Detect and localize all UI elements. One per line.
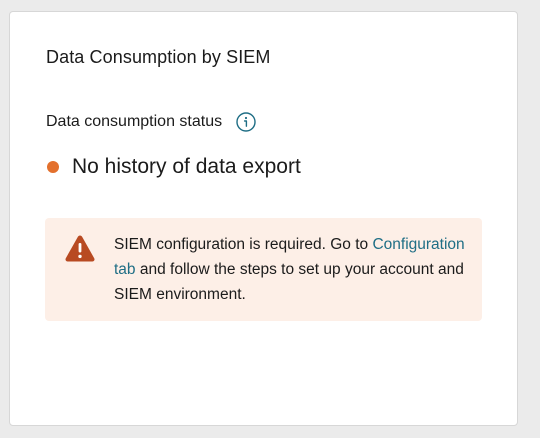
status-label: Data consumption status: [46, 113, 223, 130]
alert-text-before-link: SIEM configuration is required. Go to: [114, 236, 369, 253]
alert-text-after-link: and follow the steps to set up your acco…: [114, 261, 464, 303]
card-title: Data Consumption by SIEM: [46, 47, 271, 67]
status-row: No history of data export: [47, 155, 301, 179]
warning-alert: SIEM configuration is required. Go to Co…: [45, 218, 482, 321]
warning-icon: [63, 233, 97, 263]
data-consumption-card: Data Consumption by SIEM Data consumptio…: [9, 11, 518, 426]
alert-message: SIEM configuration is required. Go to Co…: [114, 232, 474, 307]
status-label-row: Data consumption status: [46, 112, 256, 132]
status-dot: [47, 161, 59, 173]
status-value: No history of data export: [72, 155, 301, 178]
info-icon[interactable]: [236, 112, 256, 132]
